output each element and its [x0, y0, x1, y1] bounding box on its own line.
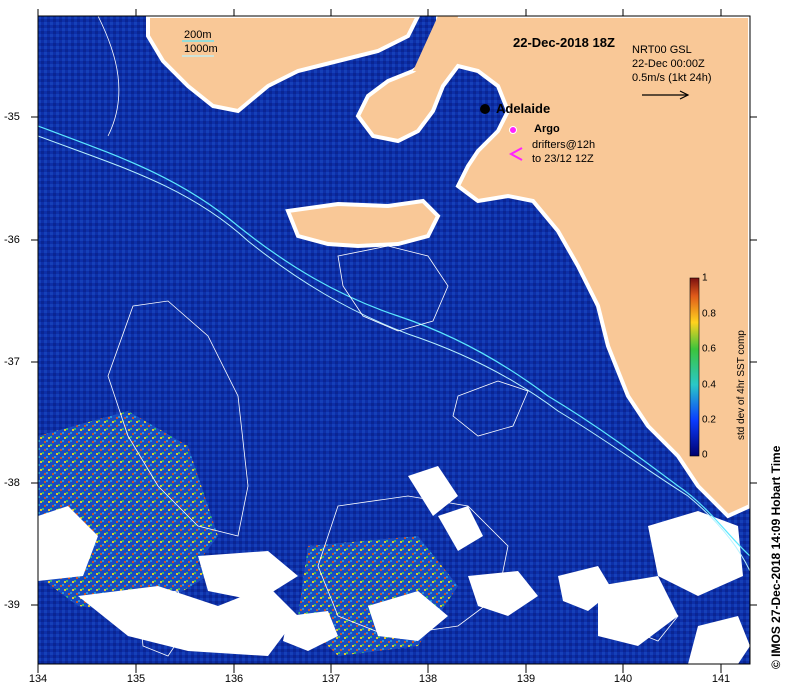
lon-tick-label: 139: [516, 673, 536, 685]
lon-tick-label: 137: [321, 673, 341, 685]
city-label: Adelaide: [496, 101, 551, 116]
map-title: 22-Dec-2018 18Z: [513, 35, 615, 50]
isobath-1000-label: 1000m: [184, 43, 218, 55]
colorbar-tick: 0: [702, 449, 708, 461]
lon-tick-label: 138: [418, 673, 438, 685]
lat-tick-label: -36: [4, 234, 20, 246]
colorbar-tick: 0.4: [702, 379, 716, 391]
lat-tick-label: -38: [4, 477, 20, 489]
argo-label: Argo: [534, 123, 560, 135]
velocity-scale-label: 0.5m/s (1kt 24h): [632, 72, 712, 84]
product-label: NRT00 GSL: [632, 44, 692, 56]
valid-time-label: 22-Dec 00:00Z: [632, 58, 705, 70]
footer-credit: © IMOS 27-Dec-2018 14:09 Hobart Time: [769, 445, 783, 669]
drifter-label-1: drifters@12h: [532, 139, 596, 151]
lat-tick-label: -37: [4, 356, 20, 368]
lat-tick-label: -39: [4, 599, 20, 611]
colorbar-tick: 1: [702, 272, 708, 284]
colorbar-tick: 0.2: [702, 414, 716, 426]
map-frame: [31, 9, 757, 673]
colorbar-tick: 0.6: [702, 343, 716, 355]
lon-tick-label: 141: [711, 673, 731, 685]
isobath-200-label: 200m: [184, 29, 212, 41]
colorbar-title: std dev of 4hr SST comp: [736, 330, 747, 440]
lat-tick-label: -35: [4, 111, 20, 123]
drifter-label-2: to 23/12 12Z: [532, 153, 594, 165]
lon-tick-label: 135: [126, 673, 146, 685]
lon-tick-label: 136: [224, 673, 244, 685]
lon-tick-label: 134: [28, 673, 48, 685]
lon-tick-label: 140: [613, 673, 633, 685]
colorbar-tick: 0.8: [702, 308, 716, 320]
